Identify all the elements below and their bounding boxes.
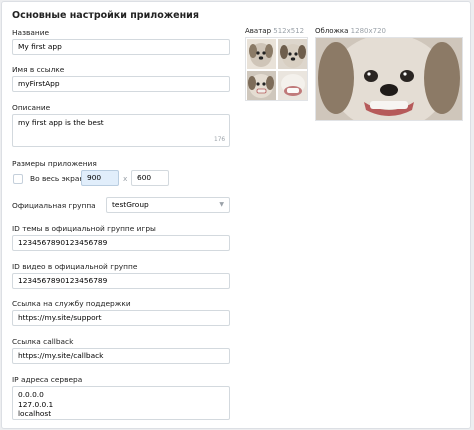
name-input[interactable]: My first app: [12, 39, 230, 55]
group-label: Официальная группа: [12, 201, 96, 210]
video-id-input[interactable]: 1234567890123456789: [12, 273, 230, 289]
avatar-size: 512x512: [273, 27, 305, 35]
avatar-photo-3: [247, 71, 276, 100]
topic-id-label: ID темы в официальной группе игры: [12, 224, 156, 233]
link-name-label: Имя в ссылке: [12, 65, 65, 74]
height-input[interactable]: 600: [131, 170, 169, 186]
support-label: Ссылка на службу поддержки: [12, 299, 131, 308]
fullscreen-checkbox[interactable]: [13, 174, 23, 184]
topic-id-input[interactable]: 1234567890123456789: [12, 235, 230, 251]
size-label: Размеры приложения: [12, 159, 97, 168]
width-input[interactable]: 900: [81, 170, 119, 186]
callback-label: Ссылка callback: [12, 337, 74, 346]
avatar-label: Аватар: [245, 27, 272, 35]
cover-label: Обложка: [315, 27, 349, 35]
name-label: Название: [12, 28, 50, 37]
avatar-photo-2: [278, 39, 307, 69]
settings-panel: Основные настройки приложения Название M…: [1, 1, 471, 429]
description-label: Описание: [12, 103, 51, 112]
cover-upload[interactable]: [315, 37, 463, 121]
group-select[interactable]: testGroup ▼: [106, 197, 230, 213]
cover-photo: [316, 38, 462, 120]
size-separator: x: [123, 174, 128, 183]
support-input[interactable]: https://my.site/support: [12, 310, 230, 326]
cover-size: 1280x720: [350, 27, 386, 35]
ips-label: IP адреса сервера: [12, 375, 83, 384]
callback-input[interactable]: https://my.site/callback: [12, 348, 230, 364]
cover-caption: Обложка 1280x720: [315, 27, 386, 35]
page-title: Основные настройки приложения: [12, 10, 199, 21]
fullscreen-label: Во весь экран: [30, 174, 85, 183]
chevron-down-icon: ▼: [219, 201, 224, 208]
link-name-input[interactable]: myFirstApp: [12, 76, 230, 92]
avatar-caption: Аватар 512x512: [245, 27, 304, 35]
group-select-value: testGroup: [112, 200, 149, 209]
avatar-photo-1: [247, 39, 276, 69]
ips-textarea[interactable]: [12, 386, 230, 420]
avatar-photo-4: [278, 71, 307, 100]
avatar-upload[interactable]: [245, 37, 308, 101]
description-counter: 176: [214, 137, 226, 143]
description-textarea[interactable]: [12, 114, 230, 147]
video-id-label: ID видео в официальной группе: [12, 262, 138, 271]
